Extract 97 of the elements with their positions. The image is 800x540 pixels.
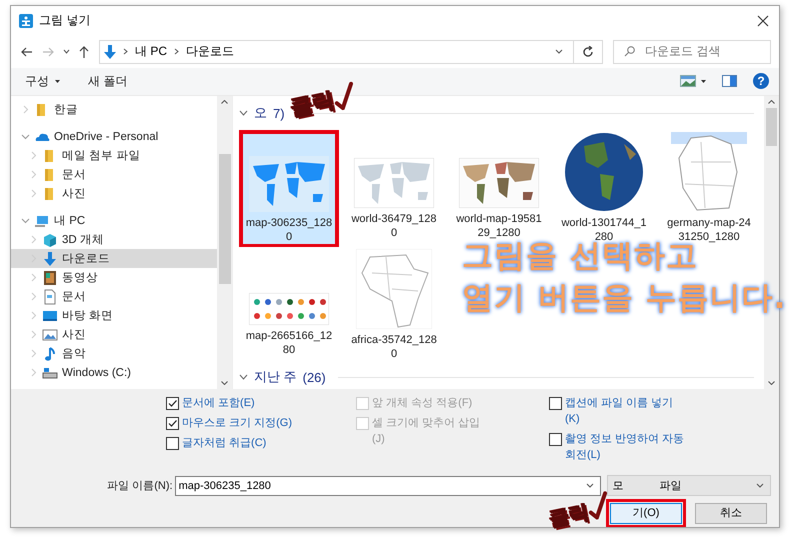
chevron-right-icon[interactable] [29, 170, 38, 180]
caret-icon[interactable] [701, 80, 706, 83]
toolbar-button[interactable]: 구성 [23, 70, 62, 92]
checkbox[interactable] [166, 397, 179, 410]
file-item[interactable]: germany-map-2431250_1280 [663, 130, 755, 240]
refresh-icon[interactable] [582, 46, 594, 58]
chevron-right-icon[interactable] [29, 235, 38, 244]
search-icon [624, 46, 635, 58]
sidebar-item[interactable]: 내 PC [11, 211, 217, 230]
chevron-down-icon[interactable] [239, 110, 248, 116]
file-item[interactable]: world-1301744_1280 [558, 130, 650, 240]
breadcrumb-item[interactable]: 내 PC [135, 43, 168, 60]
chevron-right-icon [174, 48, 180, 56]
breadcrumb-item[interactable]: 다운로드 [186, 43, 234, 60]
scroll-down-icon [768, 381, 775, 385]
sidebar-item[interactable]: 문서 [11, 287, 217, 306]
download-arrow-icon [104, 44, 116, 59]
checkbox[interactable] [549, 397, 562, 410]
file-item[interactable]: africa-35742_1280 [348, 247, 440, 358]
checkbox[interactable] [166, 417, 179, 430]
preview-pane-icon[interactable] [722, 75, 737, 88]
back-arrow-icon[interactable] [21, 46, 33, 57]
app-icon [19, 14, 33, 28]
scrollbar-thumb[interactable] [218, 154, 230, 284]
up-arrow-icon[interactable] [79, 46, 89, 58]
checkbox-label[interactable]: 글자처럼 취급(C) [182, 435, 294, 451]
group-header[interactable]: 지난 주 [254, 368, 297, 386]
caret-icon [55, 80, 60, 83]
film-icon [42, 270, 58, 286]
file-item[interactable]: map-2665166_1280 [243, 247, 335, 358]
chevron-right-icon[interactable] [29, 368, 38, 378]
scroll-up-icon [221, 100, 228, 104]
sidebar-item[interactable]: OneDrive - Personal [11, 127, 217, 146]
sidebar-item[interactable]: 음악 [11, 344, 217, 364]
chevron-right-icon[interactable] [29, 189, 38, 198]
chevron-right-icon[interactable] [29, 349, 38, 358]
forward-arrow-icon[interactable] [42, 46, 54, 57]
scrollbar[interactable] [217, 96, 232, 389]
scroll-down-icon [221, 381, 228, 385]
file-item[interactable]: map-306235_1280 [243, 134, 335, 244]
chevron-down-icon[interactable] [239, 374, 248, 380]
group-count: (26) [302, 370, 326, 385]
chevron-right-icon[interactable] [29, 273, 38, 282]
chevron-down-icon[interactable] [555, 49, 563, 54]
chevron-right-icon [123, 48, 128, 56]
close-icon[interactable] [757, 14, 769, 27]
file-type-dropdown[interactable]: 모 파일 [607, 475, 771, 496]
address-bar[interactable]: 내 PC 다운로드 [99, 40, 603, 64]
chevron-down-icon[interactable] [756, 483, 764, 488]
sidebar-item[interactable]: 사진 [11, 184, 217, 204]
cancel-button[interactable]: 취소 [695, 503, 767, 524]
group-count: 7) [273, 106, 285, 121]
click-annotation: 클릭 [547, 501, 590, 530]
download-arrow-icon [42, 250, 58, 267]
chevron-right-icon[interactable] [29, 292, 38, 302]
chevron-right-icon[interactable] [29, 330, 38, 340]
view-icon[interactable] [680, 75, 696, 88]
toolbar-button[interactable]: 새 폴더 [86, 70, 130, 92]
file-item[interactable]: world-map-1958129_1280 [453, 130, 545, 240]
sidebar-item[interactable]: 3D 개체 [11, 230, 217, 250]
click-annotation: 클릭 [288, 90, 336, 121]
sidebar-item[interactable]: 동영상 [11, 268, 217, 288]
chevron-down-icon[interactable] [586, 483, 594, 488]
search-placeholder: 다운로드 검색 [645, 43, 720, 60]
chevron-right-icon[interactable] [29, 151, 38, 160]
chevron-right-icon[interactable] [21, 105, 30, 114]
picture-icon [42, 326, 58, 343]
file-name-field[interactable]: map-306235_1280 [174, 476, 602, 496]
chevron-down-icon[interactable] [63, 49, 70, 54]
sidebar-item[interactable]: 메일 첨부 파일 [11, 146, 217, 166]
sidebar-item[interactable]: 다운로드 [11, 249, 217, 268]
checkbox-label[interactable]: 마우스로 크기 지정(G) [182, 415, 294, 431]
checkmark-icon [167, 418, 178, 429]
checkmark-icon [167, 398, 178, 409]
checkbox-label[interactable]: 촬영 정보 반영하여 자동 회전(L) [565, 431, 687, 463]
window-title: 그림 넣기 [39, 12, 92, 30]
search-field[interactable]: 다운로드 검색 [613, 40, 771, 64]
checkbox-label[interactable]: 문서에 포함(E) [182, 395, 294, 411]
sidebar-item[interactable]: Windows (C:) [11, 363, 217, 382]
sidebar-item[interactable]: 바탕 화면 [11, 306, 217, 326]
group-header[interactable]: 오 [254, 104, 267, 122]
file-item[interactable]: world-36479_1280 [348, 130, 440, 240]
help-button[interactable]: ? [753, 73, 769, 90]
sidebar-item[interactable]: 사진 [11, 325, 217, 344]
cube-icon [42, 232, 58, 248]
music-note-icon [42, 346, 58, 362]
open-button[interactable]: 기(O) [610, 503, 682, 524]
checkbox-label[interactable]: 캡션에 파일 이름 넣기(K) [565, 395, 687, 427]
scroll-up-icon [768, 100, 775, 104]
chevron-right-icon[interactable] [29, 311, 38, 320]
file-name-label: 파일 이름(N): [106, 479, 174, 493]
checkbox[interactable] [549, 433, 562, 446]
sidebar-item[interactable]: 문서 [11, 165, 217, 184]
sidebar-item[interactable]: 한글 [11, 100, 217, 120]
document-icon [42, 288, 58, 305]
scrollbar-thumb[interactable] [766, 108, 777, 146]
checkbox[interactable] [166, 437, 179, 450]
